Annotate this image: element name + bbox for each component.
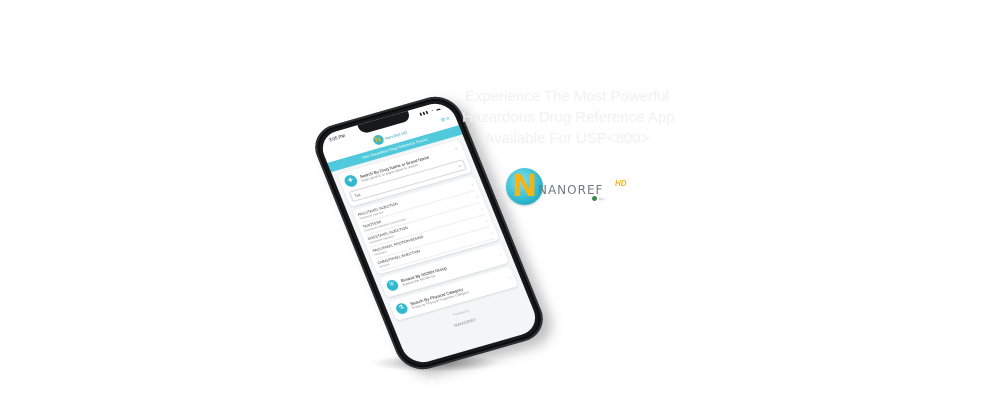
pill-icon: ✚: [342, 173, 359, 189]
logo-suffix: HD: [615, 179, 627, 188]
shield-icon: ⛨: [385, 278, 400, 293]
nanoref-logo: N NANOREF HD by...: [506, 168, 641, 208]
app-logo-text: NanoRef HD: [383, 129, 408, 141]
logo-tag-text: by...: [599, 196, 607, 201]
app-logo-icon: N: [371, 133, 385, 147]
headline-line-1: Experience The Most Powerful: [465, 88, 669, 105]
logo-dot-icon: [592, 196, 597, 202]
headline-line-3: Available For USP<800>: [484, 130, 650, 147]
logo-tagline: by...: [592, 196, 607, 202]
flask-icon: ⚗: [394, 301, 410, 316]
search-input-value: Tax: [353, 192, 362, 198]
logo-wordmark: NANOREF: [538, 183, 604, 197]
search-icon[interactable]: ⌕: [457, 163, 462, 169]
headline-line-2: Hazardous Drug Reference App: [462, 109, 675, 126]
headline: Experience The Most Powerful Hazardous D…: [462, 86, 675, 149]
header-menu-icon[interactable]: ⚙ ≡: [440, 116, 451, 124]
collapse-icon[interactable]: ⌃: [454, 147, 460, 154]
